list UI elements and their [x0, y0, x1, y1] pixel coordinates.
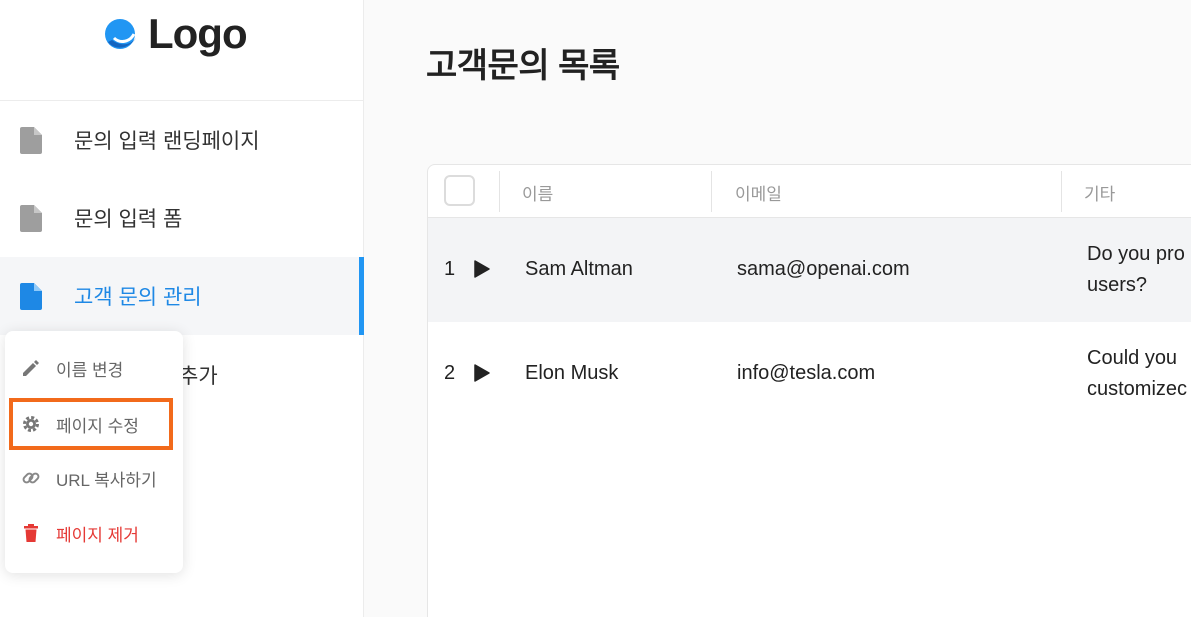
row-index: 2	[444, 362, 456, 384]
column-divider	[499, 171, 500, 212]
sidebar-item-label: 고객 문의 관리	[74, 286, 202, 309]
table-header: 이름 이메일 기타	[428, 165, 1191, 218]
inquiry-table: 이름 이메일 기타 1 Sam Altman sama@openai.com D…	[427, 164, 1191, 617]
logo-icon	[105, 19, 136, 49]
column-divider	[1061, 171, 1062, 212]
sidebar-item-add[interactable]: 추가	[179, 360, 218, 390]
page-context-menu: 이름 변경 페이지 수정 URL 복사하기 페이지 제거	[5, 331, 183, 573]
table-row[interactable]: 1 Sam Altman sama@openai.com Do you pro …	[428, 218, 1191, 322]
menu-item-label: 페이지 수정	[56, 416, 139, 436]
select-all-checkbox[interactable]	[444, 175, 475, 206]
page-title: 고객문의 목록	[426, 47, 620, 85]
edit-page-menu-item[interactable]: 페이지 수정	[9, 398, 173, 450]
document-icon	[20, 283, 42, 310]
row-index: 1	[444, 258, 456, 280]
row-name: Elon Musk	[525, 362, 619, 384]
document-icon	[20, 205, 42, 232]
menu-item-label: 이름 변경	[56, 360, 124, 380]
link-icon	[22, 472, 40, 484]
pencil-icon	[23, 360, 39, 376]
column-header-email[interactable]: 이메일	[735, 180, 782, 205]
column-divider	[711, 171, 712, 212]
copy-url-menu-item[interactable]: URL 복사하기	[5, 458, 183, 498]
row-message-line: customizec	[1087, 378, 1188, 400]
logo-text: Logo	[148, 10, 248, 57]
table-row[interactable]: 2 Elon Musk info@tesla.com Could you cus…	[428, 322, 1191, 426]
delete-page-menu-item[interactable]: 페이지 제거	[5, 513, 183, 553]
trash-icon	[24, 524, 38, 542]
gear-icon	[23, 416, 39, 432]
logo[interactable]: Logo	[0, 0, 363, 101]
column-header-etc[interactable]: 기타	[1084, 180, 1115, 205]
menu-item-label: 페이지 제거	[56, 525, 139, 545]
row-message-line: Could you	[1087, 347, 1178, 369]
sidebar-item-landing-page[interactable]: 문의 입력 랜딩페이지	[0, 101, 364, 179]
row-email: info@tesla.com	[737, 362, 876, 384]
expand-row-icon[interactable]	[474, 260, 490, 278]
row-message-line: users?	[1087, 274, 1148, 296]
expand-row-icon[interactable]	[474, 364, 490, 382]
menu-item-label: URL 복사하기	[56, 470, 157, 490]
sidebar-item-customer-inquiries[interactable]: 고객 문의 관리	[0, 257, 364, 335]
sidebar-item-label: 문의 입력 폼	[74, 208, 183, 231]
row-name: Sam Altman	[525, 258, 633, 280]
column-header-name[interactable]: 이름	[522, 180, 553, 205]
row-message-line: Do you pro	[1087, 243, 1185, 265]
sidebar-item-label: 문의 입력 랜딩페이지	[74, 130, 260, 153]
sidebar-item-form[interactable]: 문의 입력 폼	[0, 179, 364, 257]
row-email: sama@openai.com	[737, 258, 910, 280]
rename-menu-item[interactable]: 이름 변경	[5, 348, 183, 388]
document-icon	[20, 127, 42, 154]
